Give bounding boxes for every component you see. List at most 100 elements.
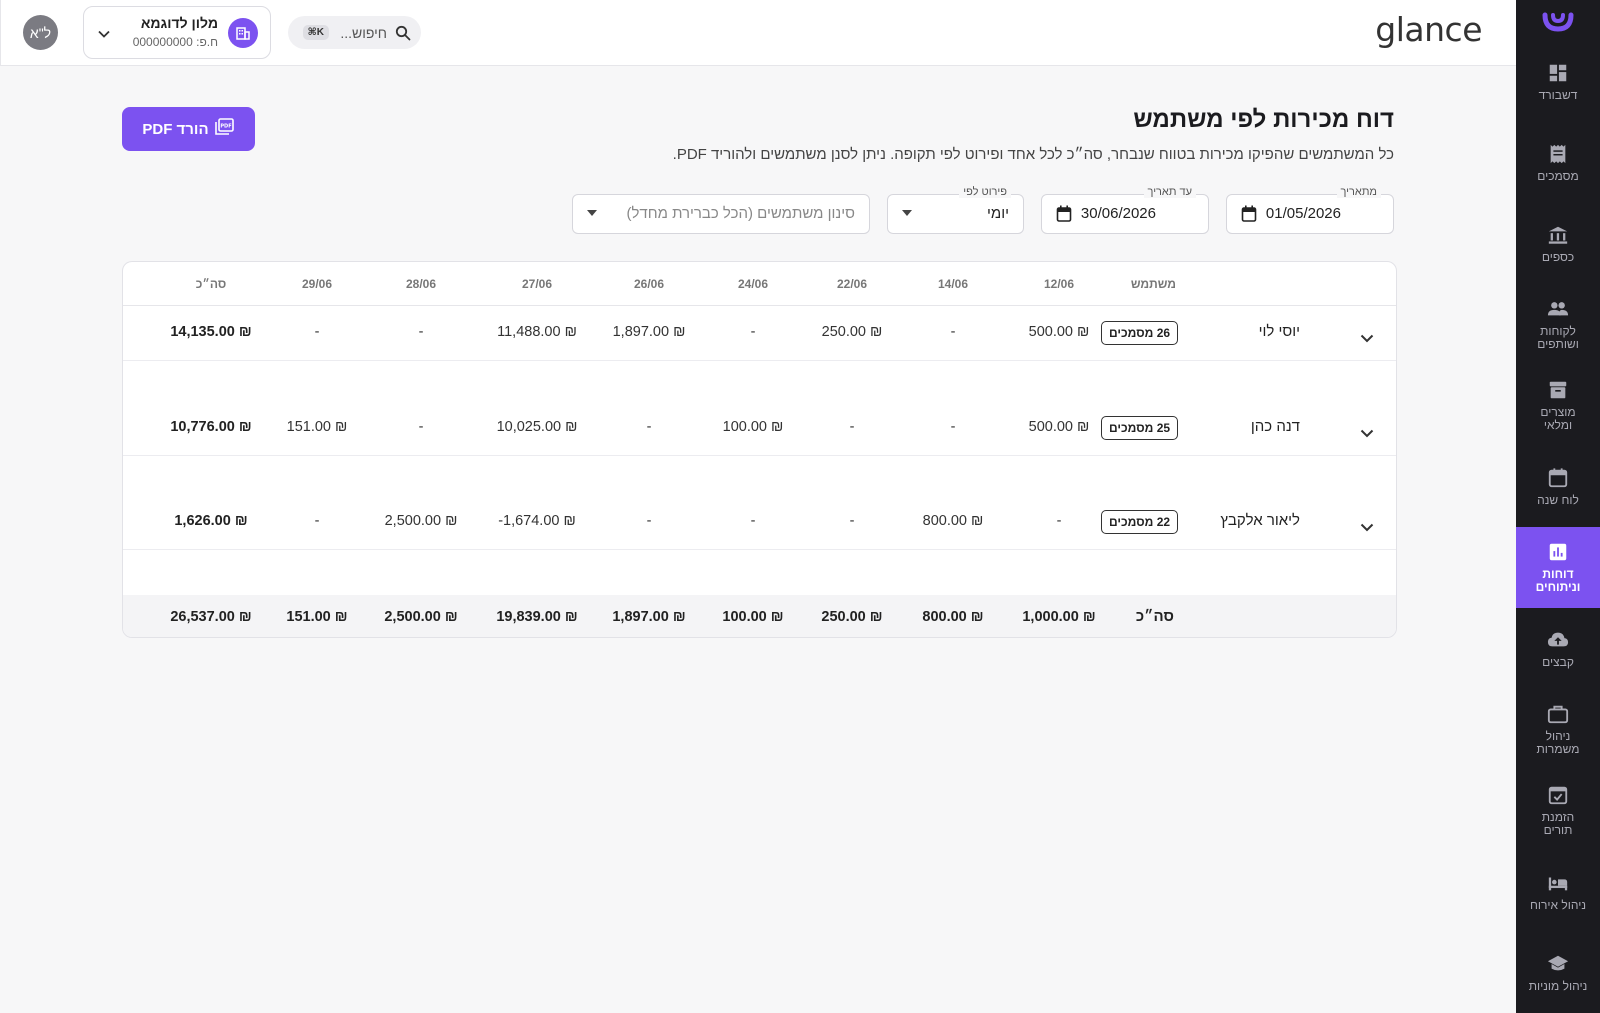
users-filter-placeholder: סינון משתמשים (הכל כברירת מחדל) (626, 205, 855, 222)
bed-icon (1547, 872, 1569, 894)
sales-by-user-table: משתמש 12/06 14/06 22/06 24/06 26/06 27/06 28/0… (122, 261, 1397, 638)
sidebar-item-label: ניהול משמרות (1536, 729, 1580, 756)
svg-text:PDF: PDF (220, 124, 231, 130)
amount-cell: 10,025.00 ₪ (496, 419, 578, 435)
briefcase-icon (1547, 703, 1569, 725)
row-total-cell: 1,626.00 ₪ (174, 513, 248, 529)
documents-count-badge[interactable]: 22 מסמכים (1101, 510, 1179, 534)
table-footer-totals: סה״כ 1,000.00 ₪ 800.00 ₪ 250.00 ₪ 100.00 ₪ 1… (123, 595, 1396, 637)
table-row[interactable]: דנה כהן 25 מסמכים 500.00 ₪ - - 100.00 ₪ - 10,02… (123, 402, 1396, 456)
amount-cell: - (314, 324, 320, 340)
receipt-icon (1547, 143, 1569, 165)
business-icon (228, 18, 258, 48)
search-box[interactable]: ⌘K (288, 16, 421, 49)
sidebar-item-people[interactable]: לקוחות ושותפים (1516, 284, 1600, 365)
footer-total-cell: 1,000.00 ₪ (1022, 609, 1096, 625)
sidebar-item-event-check[interactable]: הזמנת תורים (1516, 770, 1600, 851)
caret-down-icon (587, 210, 597, 216)
amount-cell: - (418, 419, 424, 435)
user-avatar[interactable]: ל"א (23, 15, 58, 50)
sidebar-item-chart[interactable]: דוחות וניתוחים (1516, 527, 1600, 608)
row-total-cell: 10,776.00 ₪ (170, 419, 252, 435)
user-name: דנה כהן (1250, 418, 1300, 435)
sidebar-item-label: דשבורד (1538, 87, 1578, 102)
sidebar-item-dashboard[interactable]: דשבורד (1516, 41, 1600, 122)
amount-cell: - (750, 324, 756, 340)
footer-total-cell: 250.00 ₪ (821, 609, 883, 625)
download-pdf-button[interactable]: PDF הורד PDF (122, 107, 255, 151)
documents-count-badge[interactable]: 26 מסמכים (1101, 321, 1179, 345)
from-date-label: מתאריך (1336, 186, 1381, 198)
dashboard-icon (1547, 62, 1569, 84)
user-name: ליאור אלקבץ (1220, 512, 1300, 529)
sidebar-item-bank[interactable]: כספים (1516, 203, 1600, 284)
search-input[interactable] (337, 24, 387, 41)
footer-total-cell: 1,897.00 ₪ (612, 609, 686, 625)
table-header: משתמש 12/06 14/06 22/06 24/06 26/06 27/06 28/0… (123, 262, 1396, 306)
grand-total-cell: 26,537.00 ₪ (170, 609, 252, 625)
from-date-value: 01/05/2026 (1265, 205, 1341, 222)
sidebar-item-label: לקוחות ושותפים (1537, 324, 1579, 351)
amount-cell: - (646, 419, 652, 435)
column-header-date: 28/06 (405, 277, 437, 291)
sidebar-item-label: כספים (1541, 249, 1575, 264)
sidebar-item-school[interactable]: ניהול מוניות (1516, 932, 1600, 1013)
app-logo[interactable] (1516, 0, 1600, 41)
documents-count-badge[interactable]: 25 מסמכים (1101, 416, 1179, 440)
chevron-down-icon (98, 25, 110, 43)
sidebar-item-receipt[interactable]: מסמכים (1516, 122, 1600, 203)
business-selector[interactable]: מלון לדוגמא ח.פ: 000000000 (83, 6, 271, 59)
sidebar-item-label: הזמנת תורים (1541, 810, 1575, 837)
amount-cell: -1,674.00 ₪ (498, 513, 576, 529)
amount-cell: - (950, 419, 956, 435)
from-date-field[interactable]: מתאריך 01/05/2026 (1226, 186, 1394, 234)
sidebar-item-inventory[interactable]: מוצרים ומלאי (1516, 365, 1600, 446)
amount-cell: - (750, 513, 756, 529)
to-date-field[interactable]: עד תאריך 30/06/2026 (1041, 186, 1209, 234)
column-header-date: 12/06 (1043, 277, 1075, 291)
sidebar-item-cloud-upload[interactable]: קבצים (1516, 608, 1600, 689)
users-filter-select[interactable]: סינון משתמשים (הכל כברירת מחדל) (572, 194, 870, 234)
sidebar: דשבורד מסמכים כספים לקוחות ושותפים מוצרים ומ… (1516, 0, 1600, 1013)
column-header-date: 22/06 (836, 277, 868, 291)
event-check-icon (1547, 784, 1569, 806)
expand-row-chevron-icon[interactable] (1360, 519, 1374, 537)
page-title: דוח מכירות לפי משתמש (1133, 106, 1394, 133)
breakdown-select[interactable]: פירוט לפי יומי (887, 186, 1024, 234)
calendar-picker-icon[interactable] (1056, 205, 1072, 228)
to-date-value: 30/06/2026 (1080, 205, 1156, 222)
expand-row-chevron-icon[interactable] (1360, 425, 1374, 443)
table-row[interactable]: יוסי לוי 26 מסמכים 500.00 ₪ - 250.00 ₪ - 1,897… (123, 307, 1396, 361)
amount-cell: - (1056, 513, 1062, 529)
amount-cell: - (849, 419, 855, 435)
amount-cell: 151.00 ₪ (286, 419, 348, 435)
footer-total-cell: 19,839.00 ₪ (496, 609, 578, 625)
table-row[interactable]: ליאור אלקבץ 22 מסמכים - 800.00 ₪ - - - -1,674.0… (123, 496, 1396, 550)
amount-cell: - (314, 513, 320, 529)
amount-cell: 100.00 ₪ (722, 419, 784, 435)
brand-wordmark: glance (1375, 10, 1482, 49)
amount-cell: 1,897.00 ₪ (612, 324, 686, 340)
sidebar-item-label: ניהול אירוח (1529, 897, 1587, 912)
sidebar-item-calendar[interactable]: לוח שנה (1516, 446, 1600, 527)
amount-cell: 11,488.00 ₪ (497, 324, 577, 340)
sidebar-item-briefcase[interactable]: ניהול משמרות (1516, 689, 1600, 770)
calendar-picker-icon[interactable] (1241, 205, 1257, 228)
top-bar: glance ⌘K מלון לדוגמא ח.פ: 000000000 ל"א (0, 0, 1516, 66)
amount-cell: 250.00 ₪ (821, 324, 883, 340)
column-header-date: 27/06 (521, 277, 553, 291)
amount-cell: - (950, 324, 956, 340)
chart-icon (1547, 541, 1569, 563)
amount-cell: 2,500.00 ₪ (384, 513, 458, 529)
download-pdf-label: הורד PDF (142, 120, 209, 138)
calendar-icon (1547, 467, 1569, 489)
expand-row-chevron-icon[interactable] (1360, 330, 1374, 348)
amount-cell: - (418, 324, 424, 340)
sidebar-item-label: לוח שנה (1537, 492, 1579, 507)
column-header-user: משתמש (1130, 277, 1176, 291)
footer-total-cell: 100.00 ₪ (722, 609, 784, 625)
amount-cell: - (646, 513, 652, 529)
footer-total-cell: 2,500.00 ₪ (384, 609, 458, 625)
sidebar-item-bed[interactable]: ניהול אירוח (1516, 851, 1600, 932)
column-header-date: 14/06 (937, 277, 969, 291)
